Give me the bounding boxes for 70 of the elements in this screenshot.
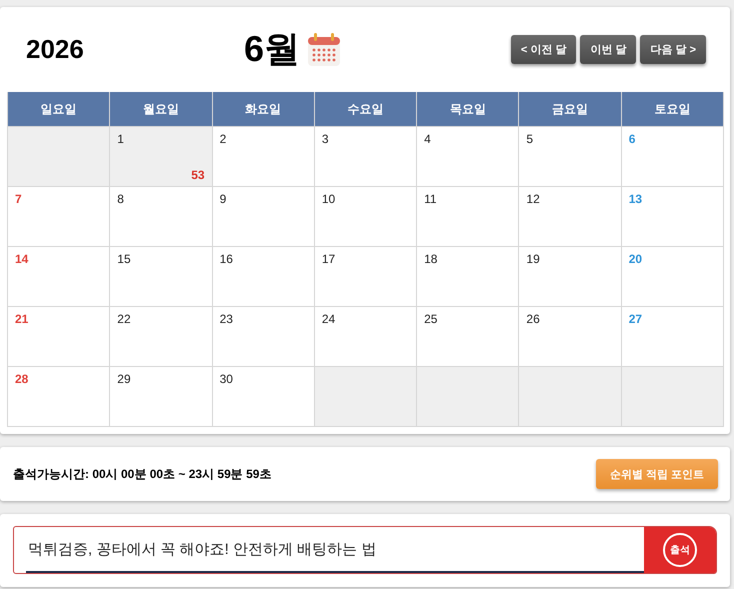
day-cell[interactable]: 30 [212,366,314,426]
day-cell[interactable]: 16 [212,246,314,306]
weekday-header: 일요일 [8,92,110,126]
day-number: 17 [322,252,336,266]
day-cell[interactable]: 7 [8,186,110,246]
day-cell[interactable]: 1 53 [110,126,212,186]
day-number: 28 [15,372,28,386]
day-cell[interactable]: 29 [110,366,212,426]
year-title: 2026 [26,34,85,65]
day-number: 23 [220,312,233,326]
month-nav-button[interactable]: 이번 달 [580,35,636,64]
day-number: 6 [628,132,636,146]
day-number: 1 [117,132,124,146]
weekday-header: 월요일 [110,92,212,126]
weekday-header: 토요일 [621,92,724,126]
day-number: 22 [117,312,131,326]
month-title: 6월 [244,27,300,71]
day-number: 13 [628,192,642,206]
day-cell[interactable]: 21 [8,306,110,366]
day-cell[interactable]: 4 [416,126,519,186]
comment-field[interactable]: 먹튀검증, 꽁타에서 꼭 해야죠! 안전하게 배팅하는 법 출석 [13,526,717,574]
day-cell[interactable]: 14 [8,246,110,306]
day-number: 20 [628,252,642,266]
day-number: 30 [220,372,233,386]
weekday-header: 금요일 [518,92,622,126]
day-number: 9 [220,192,226,206]
day-number: 27 [628,312,642,326]
day-number: 15 [117,252,131,266]
day-cell[interactable]: 12 [518,186,622,246]
day-cell[interactable]: 3 [314,126,417,186]
attendance-stamp-button[interactable]: 출석 [644,527,716,573]
weekday-header: 수요일 [314,92,417,126]
day-number: 3 [322,132,329,146]
day-number: 12 [526,192,540,206]
day-number: 11 [424,192,437,206]
day-number: 7 [15,192,22,206]
day-cell[interactable]: 10 [314,186,417,246]
attendance-hours-text: 출석가능시간: 00시 00분 00초 ~ 23시 59분 59초 [13,466,272,482]
day-number: 14 [15,252,28,266]
month-nav-button[interactable]: < 이전 달 [510,35,576,64]
day-cell[interactable]: 28 [8,366,110,426]
day-cell[interactable]: 2 [212,126,314,186]
day-number: 26 [526,312,540,326]
day-cell[interactable]: 17 [314,246,417,306]
day-cell[interactable]: 5 [518,126,622,186]
day-number: 25 [424,312,438,326]
day-number: 4 [424,132,431,146]
day-number: 24 [322,312,336,326]
day-cell[interactable]: 9 [212,186,314,246]
day-cell[interactable]: 22 [110,306,212,366]
day-number: 29 [117,372,131,386]
weekday-header: 목요일 [416,92,519,126]
calendar-icon [306,32,342,68]
weekday-header: 화요일 [212,92,314,126]
day-number: 10 [322,192,336,206]
day-number: 2 [220,132,226,146]
day-number: 19 [526,252,540,266]
day-cell[interactable]: 15 [110,246,212,306]
attendance-count: 53 [191,168,205,182]
day-number: 18 [424,252,438,266]
day-number: 5 [526,132,534,146]
day-cell[interactable]: 23 [212,306,314,366]
day-number: 16 [220,252,233,266]
day-cell[interactable]: 19 [518,246,622,306]
month-nav-button[interactable]: 다음 달 > [640,35,706,64]
day-cell[interactable]: 8 [110,186,212,246]
day-cell[interactable]: 11 [416,186,519,246]
day-number: 8 [117,192,124,206]
day-number: 21 [15,312,28,326]
day-cell[interactable]: 18 [416,246,519,306]
